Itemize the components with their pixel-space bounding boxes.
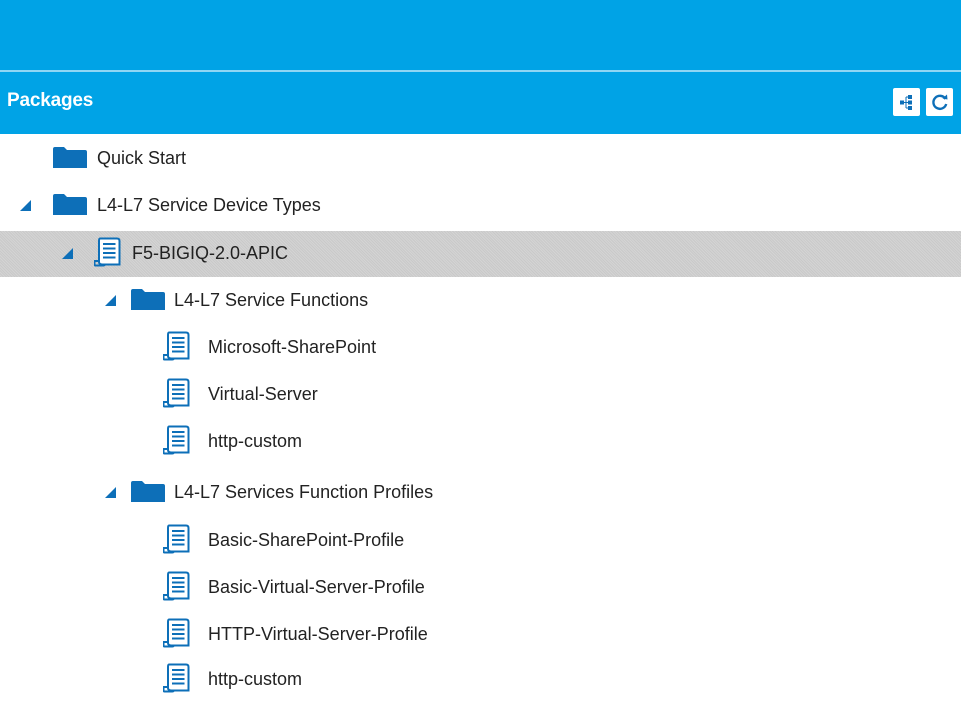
tree-item-label[interactable]: HTTP-Virtual-Server-Profile (208, 624, 428, 645)
scroll-icon (163, 571, 190, 601)
folder-icon (131, 481, 165, 502)
tree-item-label[interactable]: F5-BIGIQ-2.0-APIC (132, 243, 288, 264)
scroll-icon (94, 237, 121, 267)
tree-item-label[interactable]: Microsoft-SharePoint (208, 337, 376, 358)
tree-item-virtual-server[interactable]: Virtual-Server (0, 372, 961, 418)
tree-item-f5-bigiq-apic[interactable]: F5-BIGIQ-2.0-APIC (0, 231, 961, 277)
folder-icon (53, 194, 87, 215)
collapse-triangle-icon[interactable] (62, 248, 73, 259)
tree-item-http-virtual-server-profile[interactable]: HTTP-Virtual-Server-Profile (0, 612, 961, 658)
tree-item-l4-l7-services-function-profiles[interactable]: L4-L7 Services Function Profiles (0, 470, 961, 516)
tree-item-l4-l7-service-functions[interactable]: L4-L7 Service Functions (0, 278, 961, 324)
tree-item-http-custom[interactable]: http-custom (0, 419, 961, 465)
scroll-icon (163, 425, 190, 455)
tree-item-label[interactable]: Basic-Virtual-Server-Profile (208, 577, 425, 598)
tree-item-label[interactable]: http-custom (208, 669, 302, 690)
panel-title: Packages (7, 90, 94, 111)
top-bar (0, 0, 961, 70)
scroll-icon (163, 618, 190, 648)
panel-header: Packages (0, 72, 961, 134)
tree-item-basic-virtual-server-profile[interactable]: Basic-Virtual-Server-Profile (0, 565, 961, 611)
collapse-triangle-icon[interactable] (105, 487, 116, 498)
tree-item-label[interactable]: L4-L7 Services Function Profiles (174, 482, 433, 503)
tree-layout-button[interactable] (893, 88, 920, 116)
scroll-icon (163, 524, 190, 554)
folder-icon (53, 147, 87, 168)
refresh-button[interactable] (926, 88, 953, 116)
refresh-icon (931, 94, 947, 111)
tree-item-quick-start[interactable]: Quick Start (0, 136, 961, 182)
tree-layout-icon (900, 94, 912, 110)
collapse-triangle-icon[interactable] (105, 295, 116, 306)
tree-item-l4-l7-service-device-types[interactable]: L4-L7 Service Device Types (0, 183, 961, 229)
scroll-icon (163, 378, 190, 408)
scroll-icon (163, 331, 190, 361)
tree-item-http-custom-profile[interactable]: http-custom (0, 657, 961, 703)
tree-item-label[interactable]: L4-L7 Service Device Types (97, 195, 321, 216)
tree-item-label[interactable]: http-custom (208, 431, 302, 452)
tree-item-microsoft-sharepoint[interactable]: Microsoft-SharePoint (0, 325, 961, 371)
collapse-triangle-icon[interactable] (20, 200, 31, 211)
tree-item-basic-sharepoint-profile[interactable]: Basic-SharePoint-Profile (0, 518, 961, 564)
tree-item-label[interactable]: L4-L7 Service Functions (174, 290, 368, 311)
tree-item-label[interactable]: Quick Start (97, 148, 186, 169)
scroll-icon (163, 663, 190, 693)
folder-icon (131, 289, 165, 310)
tree-item-label[interactable]: Basic-SharePoint-Profile (208, 530, 404, 551)
tree-item-label[interactable]: Virtual-Server (208, 384, 318, 405)
